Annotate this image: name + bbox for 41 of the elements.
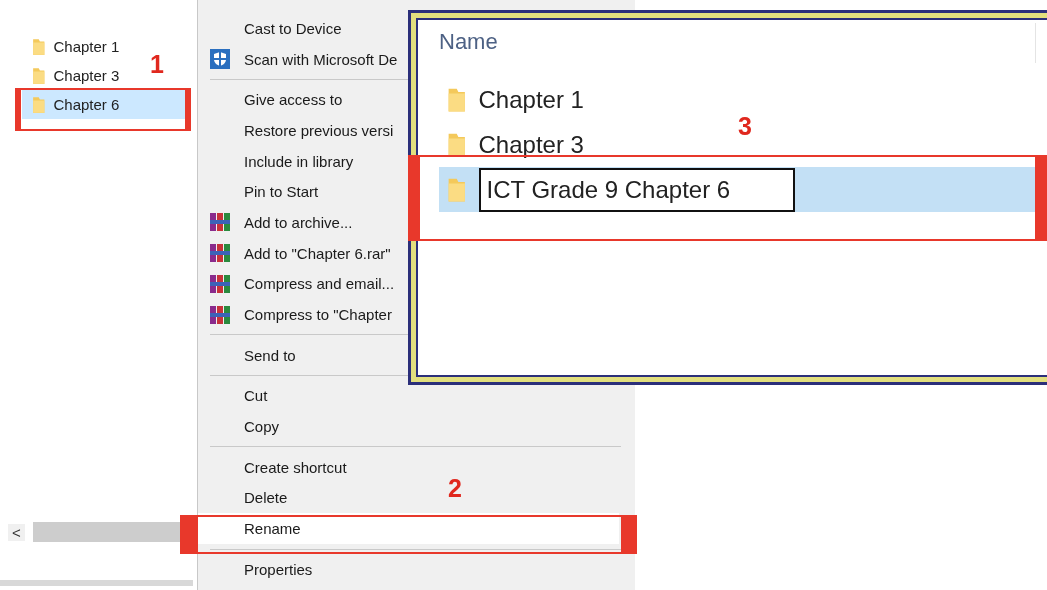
rename-field[interactable]: ICT Grade 9 Chapter 6 [478, 167, 795, 212]
menu-item[interactable]: Compress to "Chapter [198, 299, 396, 330]
folder-icon [32, 37, 46, 56]
menu-item[interactable]: Restore previous versi [198, 115, 398, 146]
menu-item[interactable]: Delete [198, 482, 292, 514]
file-item[interactable]: Chapter 1 [439, 77, 592, 122]
books-icon [210, 274, 230, 293]
menu-item[interactable]: Cut [198, 380, 272, 412]
books-icon [210, 305, 230, 324]
scrollbar-thumb[interactable] [32, 522, 183, 542]
step-number: 3 [738, 112, 752, 141]
books-icon [210, 244, 230, 263]
menu-item[interactable]: Scan with Microsoft De [198, 43, 402, 75]
step-number: 2 [448, 474, 462, 503]
menu-item[interactable]: Copy [198, 411, 284, 442]
folder-icon [32, 66, 46, 85]
folder-icon [447, 131, 467, 158]
menu-item[interactable]: Compress and email... [198, 268, 399, 300]
step-number: 1 [150, 50, 164, 79]
menu-item[interactable]: Give access to [198, 84, 347, 116]
menu-item[interactable]: Add to "Chapter 6.rar" [198, 237, 395, 269]
column-header[interactable]: Name [439, 29, 1047, 77]
menu-item[interactable]: Rename [198, 513, 619, 544]
folder-icon [447, 176, 467, 203]
file-item[interactable]: ICT Grade 9 Chapter 6 [439, 167, 1036, 212]
file-item[interactable]: Chapter 6 [22, 90, 188, 119]
file-item[interactable]: Chapter 3 [439, 122, 592, 167]
menu-item[interactable]: Create shortcut [198, 451, 351, 483]
folder-icon [447, 86, 467, 113]
file-item[interactable]: Chapter 1 [22, 32, 120, 61]
menu-item[interactable]: Include in library [198, 145, 358, 177]
books-icon [210, 213, 230, 232]
scroll-left-button[interactable]: < [8, 523, 25, 541]
menu-item[interactable]: Add to archive... [198, 207, 357, 238]
file-item[interactable]: Chapter 3 [22, 61, 120, 90]
menu-item[interactable]: Cast to Device [198, 13, 346, 44]
shield-icon [210, 49, 230, 70]
menu-item[interactable]: Properties [198, 554, 317, 585]
menu-item[interactable]: Send to [198, 339, 300, 371]
menu-item[interactable]: Pin to Start [198, 176, 323, 208]
folder-icon [32, 95, 46, 114]
